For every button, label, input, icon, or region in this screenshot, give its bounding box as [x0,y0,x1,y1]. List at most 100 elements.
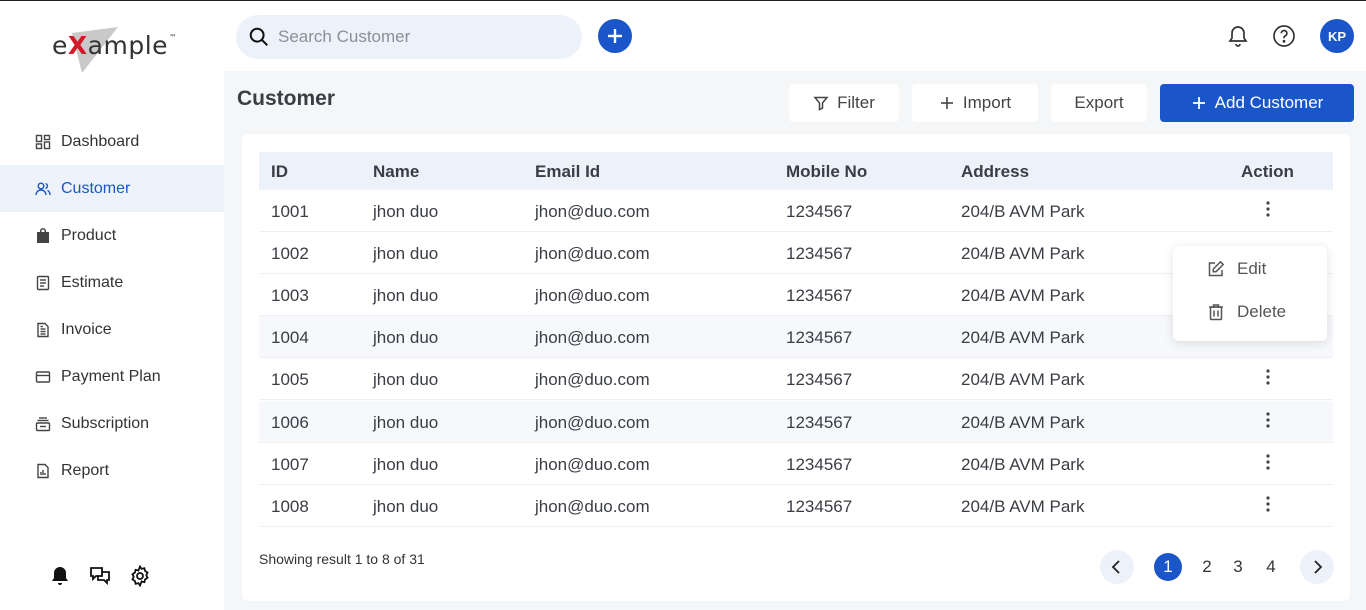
sidebar-item-invoice[interactable]: Invoice [0,306,224,353]
page-1-button[interactable]: 1 [1154,553,1182,581]
page-3-button[interactable]: 3 [1224,553,1252,581]
column-header-address: Address [961,162,1030,181]
sidebar-item-dashboard[interactable]: Dashboard [0,118,224,165]
help-icon[interactable] [1272,24,1296,48]
previous-page-button[interactable] [1100,550,1134,584]
cell-email: jhon@duo.com [535,370,650,390]
more-options-icon[interactable] [1261,410,1275,430]
cell-name: jhon duo [373,370,439,390]
document-icon [36,275,50,290]
pagination-summary: Showing result 1 to 8 of 31 [259,551,425,567]
delete-menu-item[interactable]: Delete [1207,302,1286,322]
sidebar-item-payment-plan[interactable]: Payment Plan [0,353,224,400]
cell-id: 1005 [271,370,309,390]
table-header: ID Name Email Id Mobile No Address Actio… [259,152,1333,190]
cell-address: 204/B AVM Park [961,370,1085,390]
sidebar-item-label: Customer [61,179,131,197]
cell-name: jhon duo [373,244,439,264]
avatar[interactable]: KP [1320,19,1354,53]
search-icon [249,27,268,46]
table-row[interactable]: 1006 jhon duo jhon@duo.com 1234567 204/B AVM… [259,400,1333,443]
column-header-action: Action [1241,162,1294,181]
sidebar-item-customer[interactable]: Customer [0,165,224,212]
logo[interactable]: eXample™ [50,23,180,73]
cell-address: 204/B AVM Park [961,328,1085,348]
table-row[interactable]: 1002 jhon duo jhon@duo.com 1234567 204/B AVM… [259,232,1333,275]
cell-id: 1004 [271,328,309,348]
delete-label: Delete [1237,302,1287,321]
row-action-menu: Edit Delete [1173,246,1327,341]
sidebar: eXample™ Dashboard Customer Product Esti… [0,1,224,610]
column-header-mobile: Mobile No [786,162,868,181]
cell-mobile: 1234567 [786,496,853,516]
add-customer-button[interactable]: Add Customer [1160,84,1354,122]
cell-id: 1006 [271,412,309,432]
cell-email: jhon@duo.com [535,202,650,221]
table-row[interactable]: 1003 jhon duo jhon@duo.com 1234567 204/B AVM… [259,274,1333,317]
cell-address: 204/B AVM Park [961,286,1085,306]
import-label: Import [962,93,1012,112]
top-bar: KP [224,1,1366,71]
plus-icon [608,29,622,43]
sidebar-item-label: Subscription [61,414,150,432]
cell-email: jhon@duo.com [535,454,650,474]
sidebar-item-estimate[interactable]: Estimate [0,259,224,306]
pagination: 1 2 3 4 [1100,550,1334,584]
import-button[interactable]: Import [912,84,1038,122]
table-row[interactable]: 1008 jhon duo jhon@duo.com 1234567 204/B AVM… [259,485,1333,527]
search-input[interactable] [278,27,568,47]
more-options-icon[interactable] [1261,199,1275,219]
cell-mobile: 1234567 [786,286,853,306]
sidebar-item-label: Estimate [61,273,124,291]
cell-name: jhon duo [373,454,439,474]
bell-icon[interactable] [48,564,72,588]
cell-id: 1008 [271,496,309,516]
cell-name: jhon duo [373,412,439,432]
export-button[interactable]: Export [1051,84,1147,122]
cell-id: 1007 [271,454,309,474]
edit-menu-item[interactable]: Edit [1207,259,1266,279]
page-4-button[interactable]: 4 [1257,553,1285,581]
cell-id: 1003 [271,286,309,306]
search-box [236,15,582,59]
filter-button[interactable]: Filter [789,84,899,122]
cell-name: jhon duo [373,496,439,516]
logo-text: eXample™ [52,31,178,60]
cell-name: jhon duo [373,286,439,306]
sidebar-item-product[interactable]: Product [0,212,224,259]
page-2-button[interactable]: 2 [1193,553,1221,581]
cell-mobile: 1234567 [786,370,853,390]
table-row[interactable]: 1007 jhon duo jhon@duo.com 1234567 204/B AVM… [259,443,1333,485]
table-row[interactable]: 1005 jhon duo jhon@duo.com 1234567 204/B AVM… [259,358,1333,401]
sidebar-item-label: Dashboard [61,132,140,150]
customer-table-card: ID Name Email Id Mobile No Address Actio… [242,134,1350,601]
chevron-right-icon [1314,560,1323,574]
page-title: Customer [237,87,336,110]
cell-mobile: 1234567 [786,244,853,264]
column-header-email: Email Id [535,162,601,181]
notification-bell-icon[interactable] [1226,24,1250,48]
users-icon [35,182,51,195]
filter-icon [813,96,829,111]
next-page-button[interactable] [1300,550,1334,584]
chat-icon[interactable] [88,564,112,588]
more-options-icon[interactable] [1261,494,1275,514]
quick-add-button[interactable] [598,19,632,53]
plus-icon [1192,97,1205,109]
more-options-icon[interactable] [1261,452,1275,472]
table-row[interactable]: 1001 jhon duo jhon@duo.com 1234567 204/B AVM… [259,190,1333,232]
cell-mobile: 1234567 [786,328,853,348]
subscription-icon [35,416,51,431]
gear-icon[interactable] [128,564,152,588]
table-row[interactable]: 1004 jhon duo jhon@duo.com 1234567 204/B AVM… [259,316,1333,359]
cell-id: 1002 [271,244,309,264]
sidebar-item-report[interactable]: Report [0,447,224,494]
more-options-icon[interactable] [1261,367,1275,387]
cell-address: 204/B AVM Park [961,496,1085,516]
trash-icon [1209,304,1223,321]
add-customer-label: Add Customer [1214,93,1324,112]
edit-icon [1208,260,1225,277]
sidebar-item-subscription[interactable]: Subscription [0,400,224,447]
invoice-icon [37,322,49,337]
chevron-left-icon [1111,560,1120,574]
